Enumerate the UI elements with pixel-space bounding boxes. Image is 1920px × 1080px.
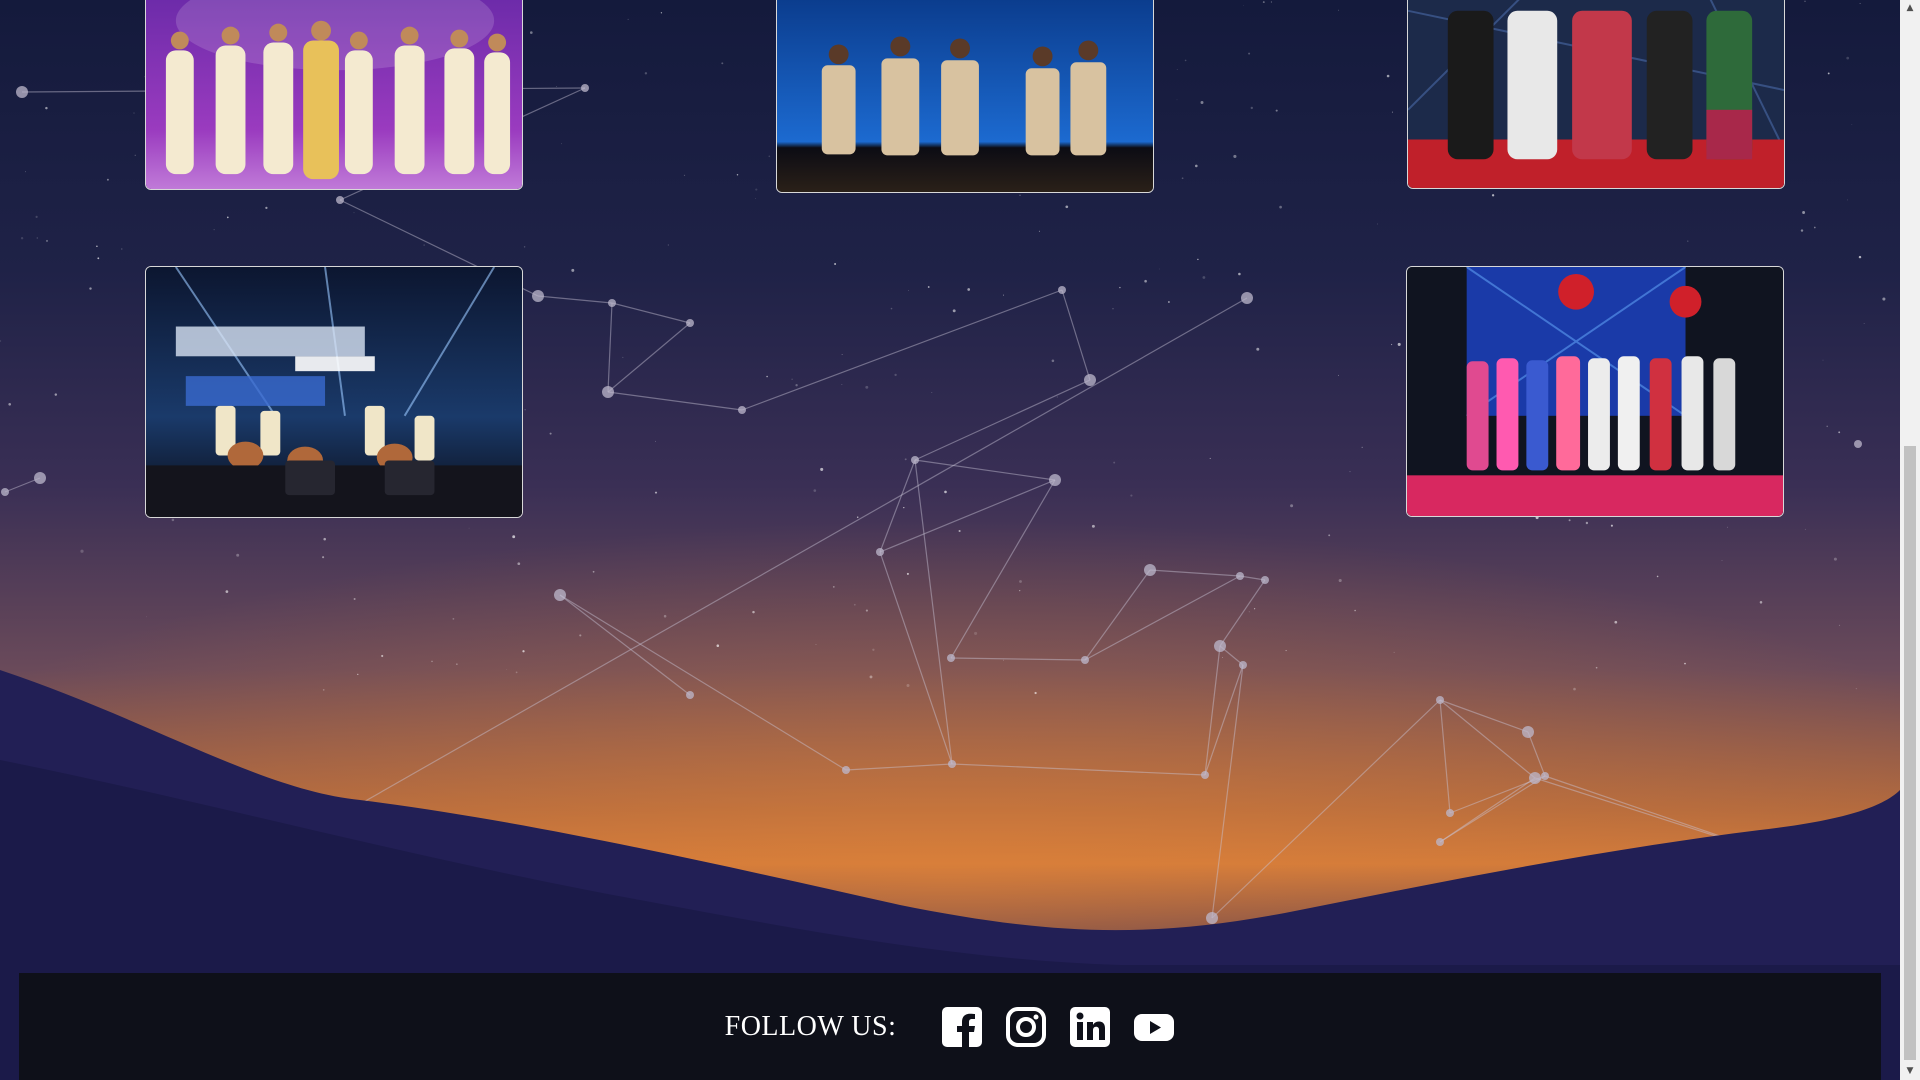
linkedin-link[interactable] bbox=[1069, 1006, 1111, 1048]
gallery-photo-dance-group[interactable] bbox=[776, 0, 1154, 193]
linkedin-icon bbox=[1070, 1006, 1111, 1047]
footer-bar: FOLLOW US: bbox=[19, 973, 1881, 1080]
instagram-link[interactable] bbox=[1005, 1006, 1047, 1048]
gallery-photo-taiwan-drum-show[interactable] bbox=[145, 266, 523, 518]
page-scrollbar[interactable]: ▲ ▼ bbox=[1900, 0, 1920, 1080]
follow-us-label: FOLLOW US: bbox=[724, 1010, 897, 1042]
scroll-down-icon[interactable]: ▼ bbox=[1900, 1063, 1920, 1080]
gallery-photo-dance-troupe[interactable] bbox=[145, 0, 523, 190]
facebook-link[interactable] bbox=[941, 1006, 983, 1048]
gallery-photo-red-carpet-group[interactable] bbox=[1407, 0, 1785, 189]
social-links bbox=[941, 1006, 1175, 1048]
scroll-up-icon[interactable]: ▲ bbox=[1900, 0, 1920, 17]
instagram-icon bbox=[1006, 1006, 1047, 1047]
scrollbar-thumb[interactable] bbox=[1904, 446, 1916, 1060]
facebook-icon bbox=[942, 1006, 983, 1047]
gallery-photo-firetron-awards[interactable] bbox=[1406, 266, 1784, 517]
youtube-icon bbox=[1134, 1013, 1175, 1041]
youtube-link[interactable] bbox=[1133, 1006, 1175, 1048]
